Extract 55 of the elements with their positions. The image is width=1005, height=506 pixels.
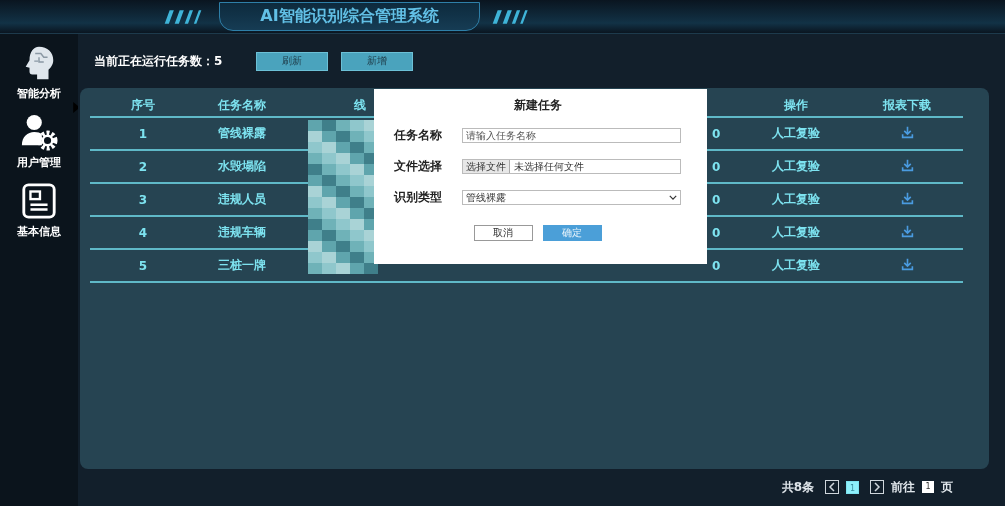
table-cell-text: 0 [712, 192, 722, 207]
input-field[interactable]: 请输入任务名称 [462, 128, 681, 143]
toolbar-button[interactable]: 新增 [341, 51, 414, 71]
file-status: 未选择任何文件 [514, 159, 584, 174]
page-input[interactable]: 1 [922, 481, 934, 494]
download-icon[interactable] [900, 224, 914, 238]
dialog-title: 新建任务 [512, 97, 563, 114]
id-card-icon [20, 182, 58, 220]
sidebar-item[interactable]: 智能分析 [17, 44, 61, 101]
choose-file-button[interactable]: 选择文件 [463, 160, 510, 173]
table-cell-text: 水毁塌陷 [217, 158, 267, 176]
page-suffix: 页 [941, 478, 953, 496]
chevron-down-icon [669, 195, 677, 200]
table-cell-text: 3 [137, 192, 149, 207]
table-cell-text: 5 [137, 258, 149, 273]
review-link[interactable]: 人工复验 [740, 158, 852, 176]
field-label: 文件选择 [394, 158, 443, 175]
table-cell-text: 0 [712, 258, 722, 273]
running-tasks-label: 当前正在运行任务数：5 [94, 52, 223, 70]
column-header: 报表下载 [882, 96, 932, 114]
next-page-icon[interactable] [870, 480, 884, 495]
column-header: 序号 [130, 96, 156, 114]
user-gear-icon [20, 113, 58, 151]
table-cell-text: 违规车辆 [217, 224, 267, 242]
table-cell-text: 三桩一牌 [217, 257, 267, 275]
field-label: 识别类型 [394, 189, 443, 206]
column-header: 线 [353, 96, 367, 114]
cancel-button[interactable]: 取消 [473, 225, 533, 241]
download-icon[interactable] [900, 191, 914, 205]
review-link[interactable]: 人工复验 [740, 257, 852, 275]
goto-label: 前往 [891, 478, 915, 496]
total-count: 共8条 [781, 478, 814, 496]
column-header: 任务名称 [217, 96, 267, 114]
table-cell-text: 0 [712, 159, 722, 174]
download-icon[interactable] [900, 125, 914, 139]
review-link[interactable]: 人工复验 [740, 191, 852, 209]
app-title: AI智能识别综合管理系统 [260, 6, 439, 25]
table-cell-text: 1 [137, 126, 149, 141]
field-label: 任务名称 [394, 127, 443, 144]
review-link[interactable]: 人工复验 [740, 224, 852, 242]
review-link[interactable]: 人工复验 [740, 125, 852, 143]
table-cell-text: 违规人员 [217, 191, 267, 209]
table-cell-text: 0 [712, 225, 722, 240]
type-select[interactable]: 管线裸露 [462, 190, 681, 205]
column-header: 操作 [783, 96, 809, 114]
download-icon[interactable] [900, 257, 914, 271]
toolbar-button[interactable]: 刷新 [256, 51, 329, 71]
download-icon[interactable] [900, 158, 914, 172]
table-cell-text: 2 [137, 159, 149, 174]
sidebar-item[interactable]: 用户管理 [17, 113, 61, 170]
table-cell-text: 管线裸露 [217, 125, 267, 143]
previous-page-icon[interactable] [825, 480, 839, 495]
table-cell-text: 4 [137, 225, 149, 240]
sidebar-item[interactable]: 基本信息 [17, 182, 61, 239]
table-cell-text: 0 [712, 126, 722, 141]
